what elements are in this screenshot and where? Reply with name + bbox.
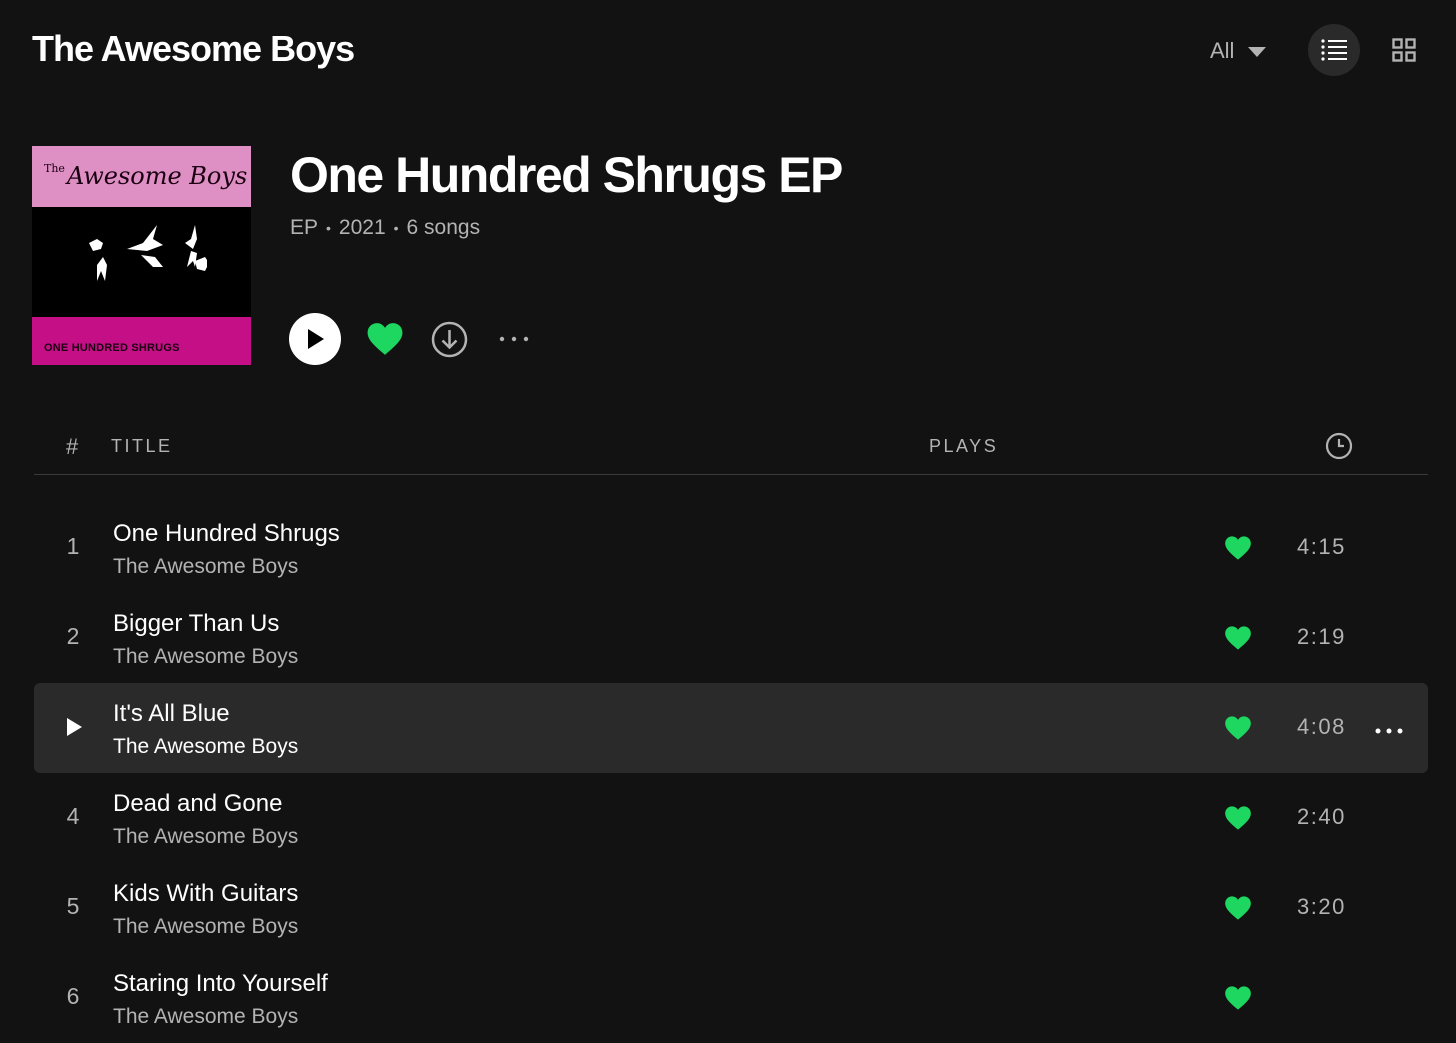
meta-separator: • bbox=[393, 220, 399, 236]
shrug-figures-illustration bbox=[89, 225, 207, 281]
album-song-count: 6 songs bbox=[406, 216, 481, 239]
more-icon[interactable] bbox=[1374, 723, 1404, 741]
album-more-button[interactable] bbox=[497, 326, 531, 357]
filter-label: All bbox=[1210, 38, 1235, 63]
track-row[interactable]: 2 Bigger Than Us The Awesome Boys 2:19 bbox=[34, 593, 1428, 683]
track-artist[interactable]: The Awesome Boys bbox=[113, 735, 298, 759]
heart-icon[interactable] bbox=[1224, 715, 1252, 746]
track-duration: 4:08 bbox=[1297, 714, 1346, 739]
cover-logo-text: Awesome Boys bbox=[66, 162, 248, 190]
cover-bottom-band bbox=[32, 317, 251, 365]
track-list-header: # TITLE PLAYS bbox=[34, 420, 1428, 475]
play-icon[interactable] bbox=[65, 717, 83, 742]
track-title[interactable]: Kids With Guitars bbox=[113, 880, 298, 908]
grid-view-icon bbox=[1392, 38, 1416, 62]
track-duration: 4:15 bbox=[1297, 534, 1346, 559]
cover-caption: ONE HUNDRED SHRUGS bbox=[44, 342, 180, 354]
play-icon bbox=[308, 329, 324, 349]
track-title[interactable]: It's All Blue bbox=[113, 700, 230, 728]
track-duration: 2:40 bbox=[1297, 804, 1346, 829]
track-number: 2 bbox=[66, 623, 80, 649]
track-duration: 3:20 bbox=[1297, 894, 1346, 919]
track-artist[interactable]: The Awesome Boys bbox=[113, 1005, 298, 1029]
heart-icon[interactable] bbox=[1224, 805, 1252, 836]
album-title: One Hundred Shrugs EP bbox=[290, 147, 843, 203]
track-number: 6 bbox=[66, 983, 80, 1009]
album-year: 2021 bbox=[338, 216, 386, 239]
more-icon bbox=[499, 336, 529, 342]
track-number: 4 bbox=[66, 803, 80, 829]
track-title[interactable]: One Hundred Shrugs bbox=[113, 520, 340, 548]
track-number: 1 bbox=[66, 533, 80, 559]
clock-icon bbox=[1325, 432, 1353, 465]
cover-logo: TheAwesome Boys bbox=[44, 162, 247, 190]
track-title[interactable]: Staring Into Yourself bbox=[113, 970, 328, 998]
track-artist[interactable]: The Awesome Boys bbox=[113, 825, 298, 849]
track-artist[interactable]: The Awesome Boys bbox=[113, 555, 298, 579]
play-album-button[interactable] bbox=[289, 313, 341, 365]
album-type: EP bbox=[290, 216, 319, 239]
list-view-icon bbox=[1321, 39, 1347, 61]
track-row-hovered[interactable]: It's All Blue The Awesome Boys 4:08 bbox=[34, 683, 1428, 773]
column-plays: PLAYS bbox=[929, 436, 999, 456]
artist-title[interactable]: The Awesome Boys bbox=[32, 28, 355, 70]
heart-icon bbox=[367, 323, 403, 355]
column-title: TITLE bbox=[111, 436, 173, 456]
heart-icon[interactable] bbox=[1224, 985, 1252, 1016]
track-title[interactable]: Dead and Gone bbox=[113, 790, 282, 818]
heart-icon[interactable] bbox=[1224, 535, 1252, 566]
track-artist[interactable]: The Awesome Boys bbox=[113, 645, 298, 669]
track-row[interactable]: 6 Staring Into Yourself The Awesome Boys bbox=[34, 953, 1428, 1043]
download-icon bbox=[431, 321, 468, 358]
list-view-button[interactable] bbox=[1308, 24, 1360, 76]
track-row[interactable]: 5 Kids With Guitars The Awesome Boys 3:2… bbox=[34, 863, 1428, 953]
track-artist[interactable]: The Awesome Boys bbox=[113, 915, 298, 939]
track-title[interactable]: Bigger Than Us bbox=[113, 610, 279, 638]
cover-logo-the: The bbox=[44, 162, 65, 175]
grid-view-button[interactable] bbox=[1384, 30, 1424, 70]
track-row[interactable]: 4 Dead and Gone The Awesome Boys 2:40 bbox=[34, 773, 1428, 863]
like-album-button[interactable] bbox=[366, 321, 404, 362]
track-duration: 2:19 bbox=[1297, 624, 1346, 649]
filter-dropdown[interactable]: All bbox=[1210, 36, 1267, 66]
album-cover[interactable]: TheAwesome Boys ONE HUNDRED SHRUGS bbox=[32, 146, 251, 365]
track-number: 5 bbox=[66, 893, 80, 919]
top-bar: The Awesome Boys All bbox=[0, 0, 1456, 100]
chevron-down-icon bbox=[1248, 47, 1267, 57]
heart-icon[interactable] bbox=[1224, 625, 1252, 656]
track-row[interactable]: 1 One Hundred Shrugs The Awesome Boys 4:… bbox=[34, 503, 1428, 593]
track-list: 1 One Hundred Shrugs The Awesome Boys 4:… bbox=[34, 503, 1428, 1043]
album-meta: EP • 2021 • 6 songs bbox=[290, 216, 480, 240]
download-button[interactable] bbox=[431, 321, 468, 363]
column-number: # bbox=[66, 434, 79, 459]
heart-icon[interactable] bbox=[1224, 895, 1252, 926]
meta-separator: • bbox=[326, 220, 331, 236]
